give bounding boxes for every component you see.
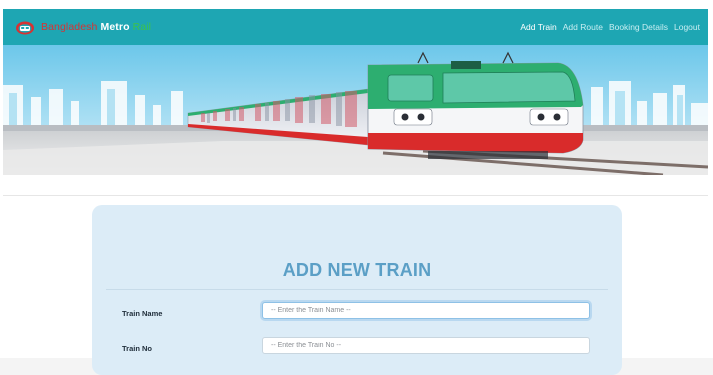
navbar: Bangladesh Metro Rail Add Train Add Rout… [3, 9, 708, 45]
form-title: ADD NEW TRAIN [282, 260, 432, 280]
title-divider [106, 289, 608, 290]
train-name-input[interactable] [262, 302, 590, 319]
brand[interactable]: Bangladesh Metro Rail [15, 19, 151, 35]
hero-banner [3, 45, 708, 175]
nav-booking-details[interactable]: Booking Details [609, 22, 668, 32]
train-no-label: Train No [122, 344, 153, 353]
hero-gap [0, 175, 713, 195]
metro-logo-icon [16, 21, 34, 35]
train-no-input[interactable] [262, 337, 590, 354]
brand-name: Bangladesh Metro Rail [41, 21, 151, 33]
nav-add-route[interactable]: Add Route [563, 22, 603, 32]
brand-word-rail: Rail [132, 21, 152, 33]
top-strip [0, 0, 713, 9]
nav-links: Add Train Add Route Booking Details Logo… [520, 22, 700, 32]
brand-word-bangladesh: Bangladesh [41, 21, 98, 33]
page: Bangladesh Metro Rail Add Train Add Rout… [0, 0, 713, 375]
train-name-label: Train Name [122, 309, 163, 318]
brand-word-metro: Metro [100, 21, 130, 33]
nav-logout[interactable]: Logout [674, 22, 700, 32]
nav-add-train[interactable]: Add Train [520, 22, 556, 32]
metro-train-illustration [3, 45, 708, 175]
divider [3, 195, 708, 196]
add-train-card: ADD NEW TRAIN Train Name Train No [92, 205, 622, 375]
